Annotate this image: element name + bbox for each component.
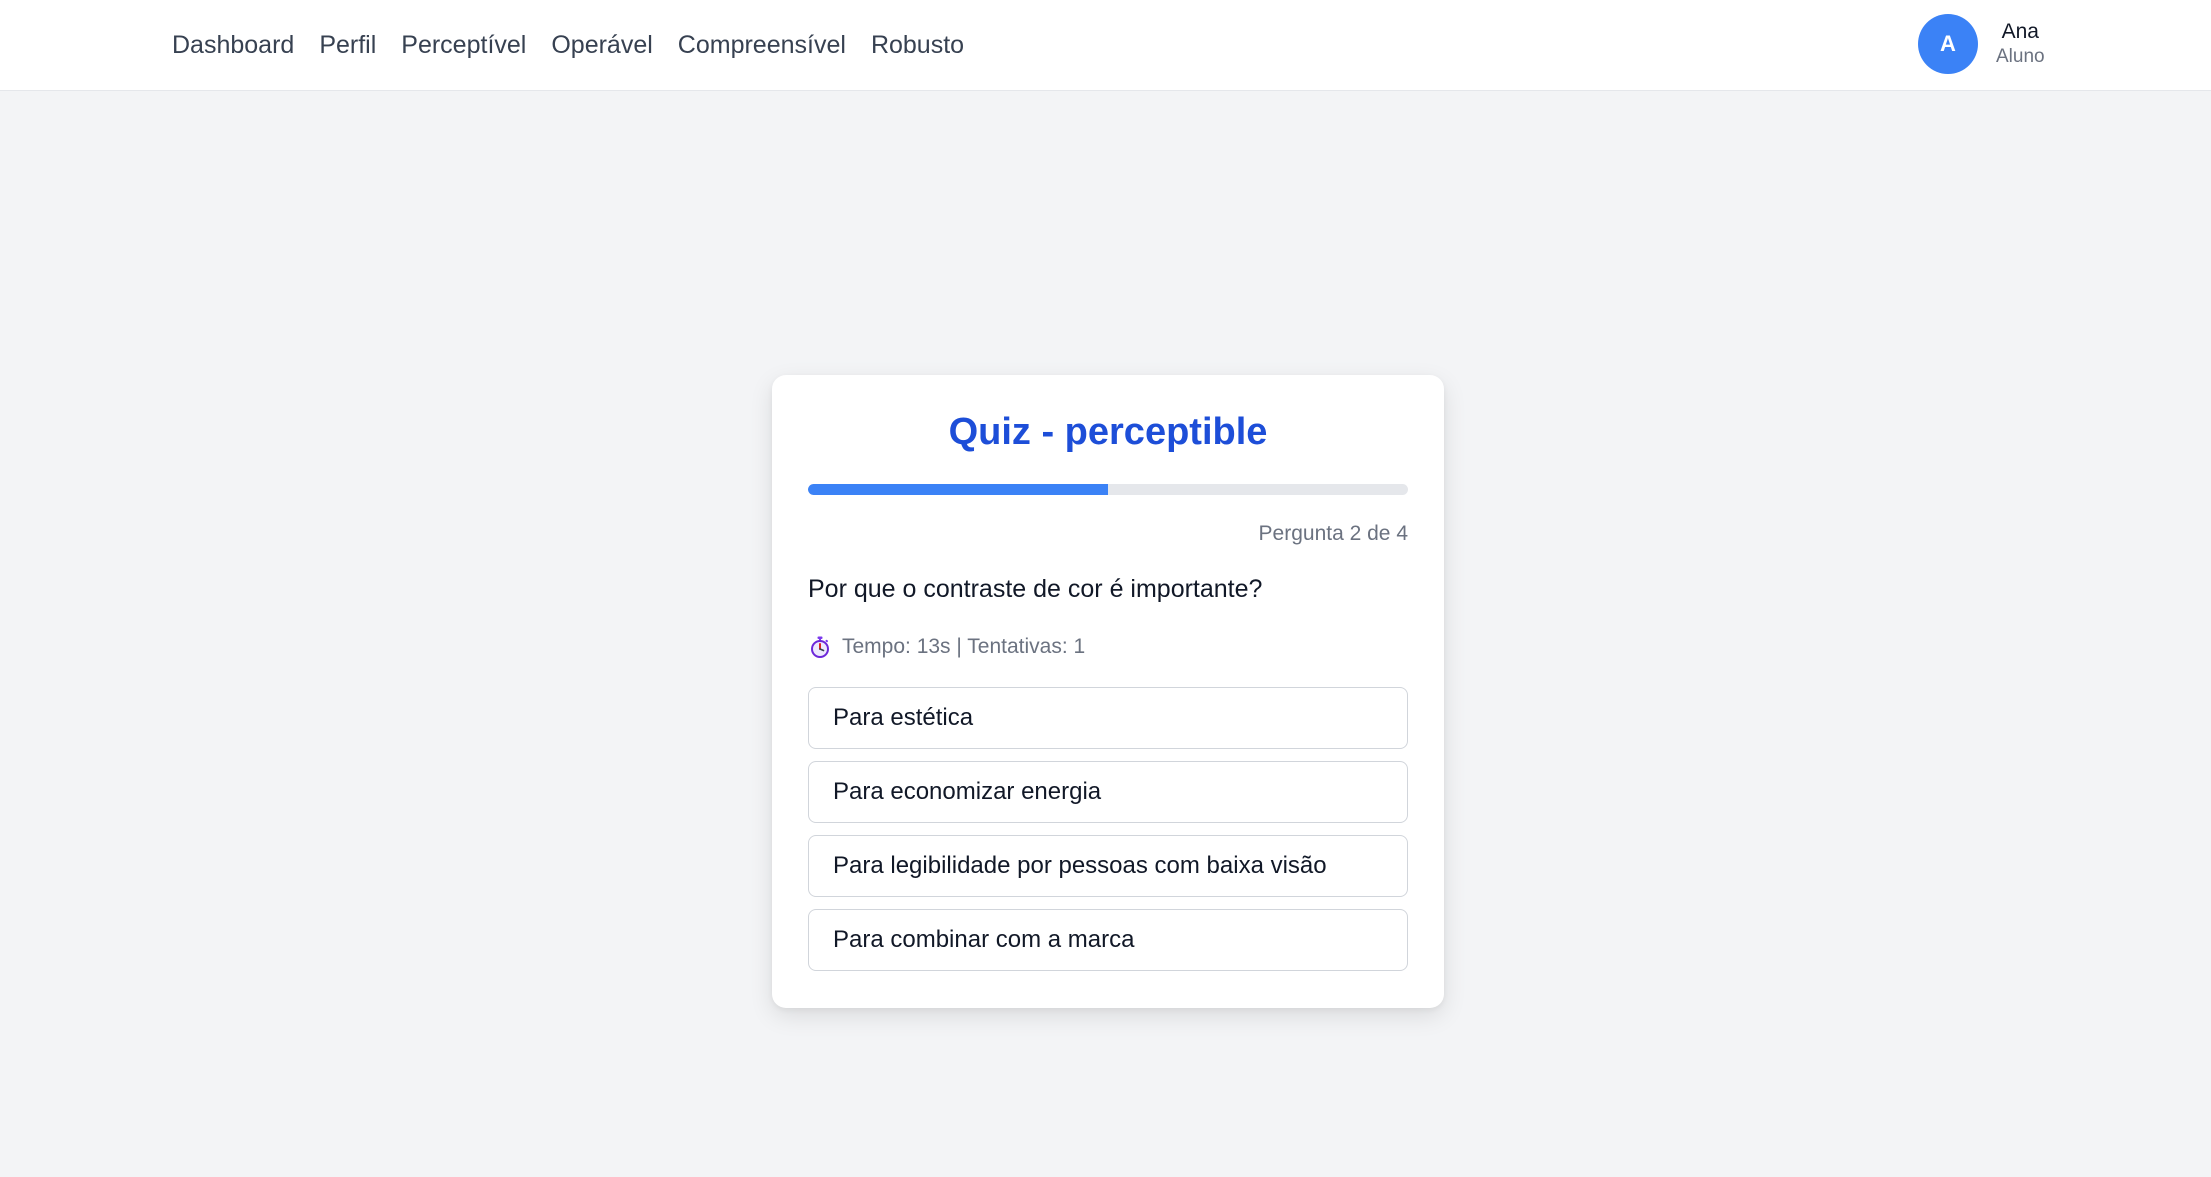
- nav-compreensivel[interactable]: Compreensível: [678, 31, 846, 60]
- answer-option-1[interactable]: Para estética: [808, 687, 1408, 749]
- quiz-title: Quiz - perceptible: [948, 411, 1268, 453]
- answer-option-4[interactable]: Para combinar com a marca: [808, 909, 1408, 971]
- user-role: Aluno: [1996, 46, 2045, 68]
- main-nav: Dashboard Perfil Perceptível Operável Co…: [172, 0, 964, 90]
- nav-perfil[interactable]: Perfil: [319, 31, 376, 60]
- answer-option-3[interactable]: Para legibilidade por pessoas com baixa …: [808, 835, 1408, 897]
- question-counter: Pergunta 2 de 4: [1258, 522, 1408, 545]
- top-navbar: Dashboard Perfil Perceptível Operável Co…: [0, 0, 2211, 91]
- quiz-meta-text: Tempo: 13s | Tentativas: 1: [842, 635, 1086, 658]
- user-menu[interactable]: A Ana Aluno: [1918, 13, 2045, 75]
- nav-robusto[interactable]: Robusto: [871, 31, 964, 60]
- avatar[interactable]: A: [1918, 14, 1978, 74]
- nav-dashboard[interactable]: Dashboard: [172, 31, 294, 60]
- user-info: Ana Aluno: [1996, 20, 2045, 68]
- progress-fill: [808, 484, 1108, 495]
- quiz-meta: Tempo: 13s | Tentativas: 1: [808, 635, 1085, 659]
- answer-option-2[interactable]: Para economizar energia: [808, 761, 1408, 823]
- question-text: Por que o contraste de cor é importante?: [808, 575, 1263, 603]
- answer-options: Para estética Para economizar energia Pa…: [808, 687, 1408, 983]
- stopwatch-icon: [808, 635, 832, 659]
- quiz-card: Quiz - perceptible Pergunta 2 de 4 Por q…: [772, 375, 1444, 1008]
- user-name: Ana: [2001, 20, 2039, 43]
- nav-operavel[interactable]: Operável: [551, 31, 652, 60]
- nav-perceptivel[interactable]: Perceptível: [401, 31, 526, 60]
- progress-bar: [808, 484, 1408, 495]
